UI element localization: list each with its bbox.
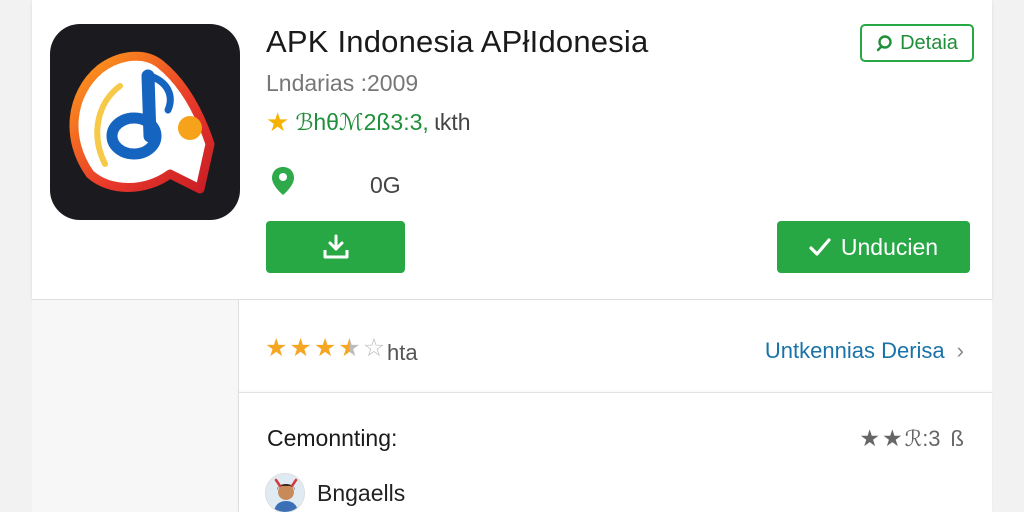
download-button-label: Unducien <box>840 233 939 260</box>
user-avatar-icon <box>266 474 304 512</box>
star-half-icon: ★ <box>338 334 361 362</box>
search-icon <box>876 35 892 52</box>
reviews-link-label: Untkennias Derisa <box>764 338 945 363</box>
comment-user-name: Bngaells <box>317 479 406 506</box>
comment-rating-extra: ß <box>950 425 964 451</box>
details-button-label: Detaia <box>900 31 958 54</box>
location-pin-icon <box>272 167 294 195</box>
left-rail <box>32 300 238 512</box>
star-empty-icon: ☆ <box>362 334 386 362</box>
ratings-summary-card: ★ ★ ★ ★ ☆ hta Untkennias Derisa › <box>238 300 992 392</box>
checkmark-icon <box>809 238 831 256</box>
app-header-card: APK Indonesia APłIdonesia Lndarias :2009… <box>32 0 992 300</box>
app-logo-icon[interactable] <box>50 24 240 220</box>
star-icon: ★ <box>882 425 903 451</box>
app-size: 0G <box>370 172 401 198</box>
download-tray-icon <box>323 234 348 259</box>
star-icon: ★ <box>313 334 337 362</box>
comment-rating: ★ ★ ℛ:3 ß <box>859 425 964 452</box>
star-icon: ★ <box>859 425 881 451</box>
star-icon: ★ <box>289 334 312 362</box>
star-icon: ★ <box>266 107 290 137</box>
details-button[interactable]: Detaia <box>860 24 974 62</box>
music-note-logo-icon <box>69 51 215 194</box>
rating-label: hta <box>387 340 418 365</box>
comment-heading: Cemonnting: <box>267 425 398 451</box>
comment-author[interactable]: Bngaells <box>265 473 405 512</box>
chevron-right-icon: › <box>956 338 964 363</box>
rating-suffix: ɩkth <box>434 108 471 135</box>
install-button[interactable] <box>266 221 405 273</box>
comment-rating-value: ℛ:3 <box>904 425 941 451</box>
star-icon: ★ <box>265 334 288 362</box>
avatar <box>265 473 305 512</box>
app-rating-row: ★ ℬhθℳ2ß3:3, ɩkth <box>266 108 471 136</box>
developer-name[interactable]: Lndarias :2009 <box>266 70 418 97</box>
rating-value: ℬhθℳ2ß3:3, <box>295 108 429 135</box>
star-rating: ★ ★ ★ ★ ☆ <box>265 336 385 361</box>
all-reviews-link[interactable]: Untkennias Derisa › <box>765 338 964 364</box>
app-title: APK Indonesia APłIdonesia <box>266 24 649 59</box>
download-button[interactable]: Unducien <box>777 221 970 273</box>
comment-card: Cemonnting: ★ ★ ℛ:3 ß Bngaells <box>238 392 992 512</box>
